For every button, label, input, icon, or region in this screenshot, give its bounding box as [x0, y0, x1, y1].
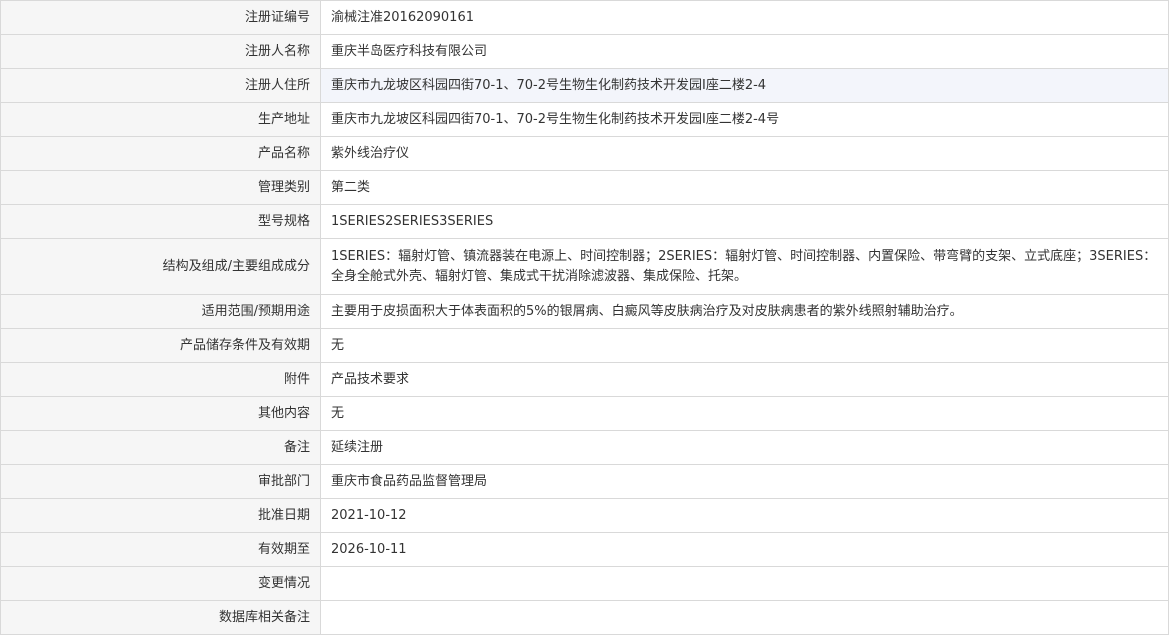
row-value: 1SERIES2SERIES3SERIES — [320, 204, 1169, 239]
row-label: 批准日期 — [0, 498, 321, 533]
row-value: 紫外线治疗仪 — [320, 136, 1169, 171]
table-row: 结构及组成/主要组成成分 1SERIES：辐射灯管、镇流器装在电源上、时间控制器… — [0, 238, 1169, 295]
row-value: 重庆市食品药品监督管理局 — [320, 464, 1169, 499]
row-label: 生产地址 — [0, 102, 321, 137]
table-row: 管理类别 第二类 — [0, 170, 1169, 205]
table-row: 有效期至 2026-10-11 — [0, 532, 1169, 567]
row-value: 无 — [320, 396, 1169, 431]
row-value: 重庆半岛医疗科技有限公司 — [320, 34, 1169, 69]
table-row: 附件 产品技术要求 — [0, 362, 1169, 397]
row-label: 注册人住所 — [0, 68, 321, 103]
table-row: 批准日期 2021-10-12 — [0, 498, 1169, 533]
row-label: 审批部门 — [0, 464, 321, 499]
row-value: 无 — [320, 328, 1169, 363]
row-label: 附件 — [0, 362, 321, 397]
row-value: 2021-10-12 — [320, 498, 1169, 533]
table-row: 备注 延续注册 — [0, 430, 1169, 465]
table-row: 数据库相关备注 — [0, 600, 1169, 635]
row-value: 2026-10-11 — [320, 532, 1169, 567]
row-label: 有效期至 — [0, 532, 321, 567]
table-row: 型号规格 1SERIES2SERIES3SERIES — [0, 204, 1169, 239]
table-row: 适用范围/预期用途 主要用于皮损面积大于体表面积的5%的银屑病、白癜风等皮肤病治… — [0, 294, 1169, 329]
table-row: 其他内容 无 — [0, 396, 1169, 431]
row-label: 型号规格 — [0, 204, 321, 239]
table-row: 注册人住所 重庆市九龙坡区科园四街70-1、70-2号生物生化制药技术开发园Ⅰ座… — [0, 68, 1169, 103]
row-label: 变更情况 — [0, 566, 321, 601]
row-label: 产品储存条件及有效期 — [0, 328, 321, 363]
row-value: 重庆市九龙坡区科园四街70-1、70-2号生物生化制药技术开发园Ⅰ座二楼2-4 — [320, 68, 1169, 103]
table-row: 审批部门 重庆市食品药品监督管理局 — [0, 464, 1169, 499]
row-label: 备注 — [0, 430, 321, 465]
row-value: 产品技术要求 — [320, 362, 1169, 397]
row-value: 1SERIES：辐射灯管、镇流器装在电源上、时间控制器；2SERIES：辐射灯管… — [320, 238, 1169, 295]
row-value: 延续注册 — [320, 430, 1169, 465]
table-row: 产品名称 紫外线治疗仪 — [0, 136, 1169, 171]
registration-detail-table: 注册证编号 渝械注准20162090161 注册人名称 重庆半岛医疗科技有限公司… — [0, 0, 1169, 635]
row-label: 数据库相关备注 — [0, 600, 321, 635]
table-row: 注册证编号 渝械注准20162090161 — [0, 0, 1169, 35]
table-row: 产品储存条件及有效期 无 — [0, 328, 1169, 363]
row-label: 注册证编号 — [0, 0, 321, 35]
row-label: 管理类别 — [0, 170, 321, 205]
row-value: 渝械注准20162090161 — [320, 0, 1169, 35]
table-row: 注册人名称 重庆半岛医疗科技有限公司 — [0, 34, 1169, 69]
row-label: 注册人名称 — [0, 34, 321, 69]
row-label: 产品名称 — [0, 136, 321, 171]
row-label: 适用范围/预期用途 — [0, 294, 321, 329]
row-value — [320, 600, 1169, 635]
table-row: 生产地址 重庆市九龙坡区科园四街70-1、70-2号生物生化制药技术开发园Ⅰ座二… — [0, 102, 1169, 137]
row-value: 主要用于皮损面积大于体表面积的5%的银屑病、白癜风等皮肤病治疗及对皮肤病患者的紫… — [320, 294, 1169, 329]
row-label: 其他内容 — [0, 396, 321, 431]
row-value — [320, 566, 1169, 601]
row-value: 第二类 — [320, 170, 1169, 205]
row-label: 结构及组成/主要组成成分 — [0, 238, 321, 295]
table-row: 变更情况 — [0, 566, 1169, 601]
row-value: 重庆市九龙坡区科园四街70-1、70-2号生物生化制药技术开发园Ⅰ座二楼2-4号 — [320, 102, 1169, 137]
